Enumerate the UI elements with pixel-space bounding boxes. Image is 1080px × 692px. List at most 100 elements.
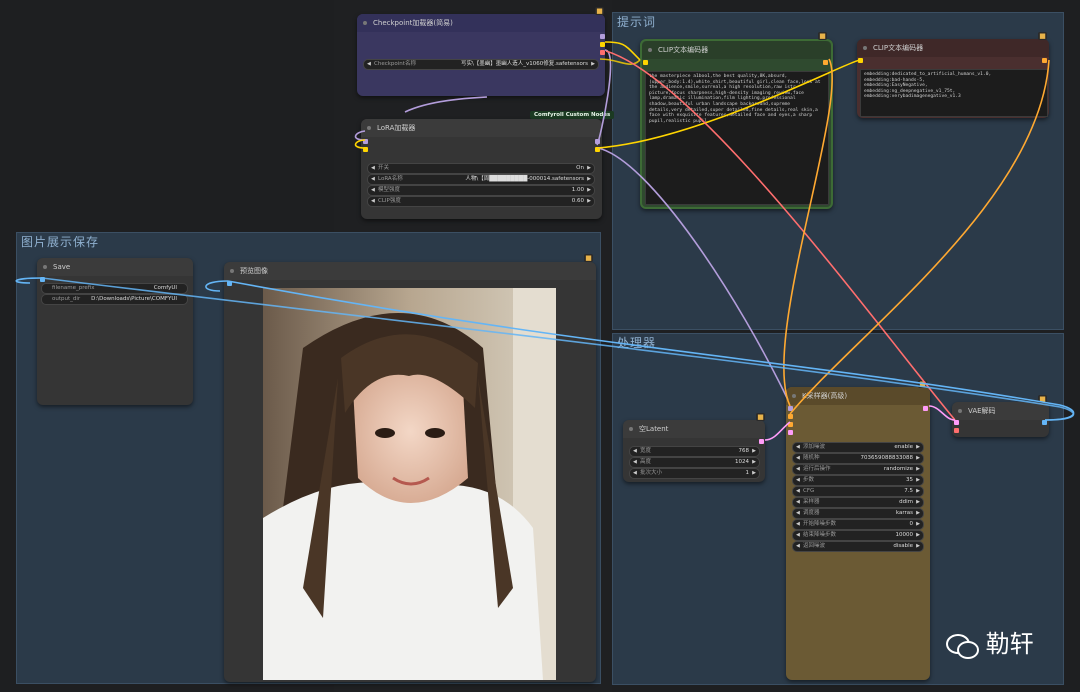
- arrow-left-icon[interactable]: ◀: [633, 447, 637, 456]
- arrow-left-icon[interactable]: ◀: [796, 443, 800, 452]
- arrow-right-icon[interactable]: ▶: [916, 454, 920, 463]
- node-collapse-dot[interactable]: [230, 269, 234, 273]
- image-input-port[interactable]: [40, 277, 45, 282]
- latent-output-port[interactable]: [923, 406, 928, 411]
- clip-input-port[interactable]: [643, 60, 648, 65]
- lora-widget-model-strength[interactable]: ◀ 模型强度 1.00 ▶: [367, 185, 595, 196]
- image-output-port[interactable]: [1042, 420, 1047, 425]
- ksampler-widget-2[interactable]: ◀ 运行后操作 randomize ▶: [792, 464, 924, 475]
- arrow-left-icon[interactable]: ◀: [796, 509, 800, 518]
- arrow-right-icon[interactable]: ▶: [916, 520, 920, 529]
- arrow-left-icon[interactable]: ◀: [371, 175, 375, 184]
- ksampler-widget-7[interactable]: ◀ 开始降噪步数 0 ▶: [792, 519, 924, 530]
- clip-output-port[interactable]: [595, 147, 600, 152]
- preview-image-node[interactable]: 预览图像: [224, 262, 596, 682]
- latent-width-widget[interactable]: ◀ 宽度 768 ▶: [629, 446, 760, 457]
- preview-node-title: 预览图像: [240, 267, 268, 275]
- lora-widget-switch[interactable]: ◀ 开关 On ▶: [367, 163, 595, 174]
- samples-input-port[interactable]: [954, 420, 959, 425]
- lora-widget-clip-strength[interactable]: ◀ CLIP强度 0.60 ▶: [367, 196, 595, 207]
- arrow-right-icon[interactable]: ▶: [916, 542, 920, 551]
- model-output-port[interactable]: [600, 34, 605, 39]
- ksampler-widget-4[interactable]: ◀ CFG 7.5 ▶: [792, 486, 924, 497]
- arrow-right-icon[interactable]: ▶: [916, 487, 920, 496]
- ksampler-widget-9[interactable]: ◀ 返回噪波 disable ▶: [792, 541, 924, 552]
- arrow-right-icon[interactable]: ▶: [591, 60, 595, 69]
- arrow-left-icon[interactable]: ◀: [371, 197, 375, 206]
- node-collapse-dot[interactable]: [648, 48, 652, 52]
- arrow-right-icon[interactable]: ▶: [916, 498, 920, 507]
- arrow-right-icon[interactable]: ▶: [752, 447, 756, 456]
- clip-encoder-positive-node[interactable]: CLIP文本编码器 the masterpiece a1boo1,the bes…: [640, 39, 833, 209]
- ksampler-widget-6[interactable]: ◀ 调度器 karras ▶: [792, 508, 924, 519]
- arrow-right-icon[interactable]: ▶: [752, 469, 756, 478]
- arrow-left-icon[interactable]: ◀: [796, 531, 800, 540]
- positive-prompt-textarea[interactable]: the masterpiece a1boo1,the best quality,…: [645, 71, 829, 205]
- arrow-left-icon[interactable]: ◀: [367, 60, 371, 69]
- arrow-left-icon[interactable]: ◀: [796, 487, 800, 496]
- checkpoint-loader-node[interactable]: Checkpoint加载器(简易) ◀ Checkpoint名称 写实\【墨幽】…: [357, 14, 605, 96]
- latent-input-port[interactable]: [788, 430, 793, 435]
- positive-input-port[interactable]: [788, 414, 793, 419]
- output-dir-widget[interactable]: output_dir D:\Downloads\Picture\COMFYUI: [41, 294, 188, 305]
- arrow-right-icon[interactable]: ▶: [752, 458, 756, 467]
- clip-output-port[interactable]: [600, 42, 605, 47]
- arrow-left-icon[interactable]: ◀: [796, 465, 800, 474]
- node-canvas[interactable]: 提示词 图片展示保存 处理器 Checkpoint加载器(简易) ◀ Check…: [0, 0, 1080, 692]
- ksampler-advanced-node[interactable]: K采样器(高级) ◀ 添加噪波 enable ▶ ◀ 随机种 703659088833088…: [786, 387, 930, 680]
- node-collapse-dot[interactable]: [863, 46, 867, 50]
- arrow-right-icon[interactable]: ▶: [587, 197, 591, 206]
- arrow-right-icon[interactable]: ▶: [587, 175, 591, 184]
- arrow-right-icon[interactable]: ▶: [587, 164, 591, 173]
- clip-input-port[interactable]: [858, 58, 863, 63]
- arrow-left-icon[interactable]: ◀: [796, 454, 800, 463]
- negative-prompt-textarea[interactable]: embedding:dedicated_to_artificial_humans…: [860, 69, 1048, 117]
- checkpoint-name-widget[interactable]: ◀ Checkpoint名称 写实\【墨幽】墨幽人造人_v1060修复.safe…: [363, 59, 599, 70]
- latent-batch-widget[interactable]: ◀ 批次大小 1 ▶: [629, 468, 760, 479]
- ksampler-widget-3[interactable]: ◀ 步数 35 ▶: [792, 475, 924, 486]
- ksampler-widget-1[interactable]: ◀ 随机种 703659088833088 ▶: [792, 453, 924, 464]
- node-collapse-dot[interactable]: [43, 265, 47, 269]
- vae-input-port[interactable]: [954, 428, 959, 433]
- image-input-port[interactable]: [227, 281, 232, 286]
- latent-height-widget[interactable]: ◀ 高度 1024 ▶: [629, 457, 760, 468]
- vae-decode-node[interactable]: VAE解码: [952, 402, 1049, 437]
- empty-latent-node[interactable]: 空Latent ◀ 宽度 768 ▶ ◀ 高度 1024 ▶ ◀ 批次大小 1 …: [623, 420, 765, 482]
- arrow-left-icon[interactable]: ◀: [371, 186, 375, 195]
- arrow-left-icon[interactable]: ◀: [371, 164, 375, 173]
- arrow-left-icon[interactable]: ◀: [796, 476, 800, 485]
- lora-widget-name[interactable]: ◀ LoRA名称 人物\【周█████████-000014.safetenso…: [367, 174, 595, 185]
- arrow-left-icon[interactable]: ◀: [633, 458, 637, 467]
- latent-output-port[interactable]: [759, 439, 764, 444]
- ksampler-widget-8[interactable]: ◀ 结束降噪步数 10000 ▶: [792, 530, 924, 541]
- lora-loader-node[interactable]: LoRA加载器 ◀ 开关 On ▶ ◀ LoRA名称 人物\【周████████…: [361, 119, 602, 219]
- conditioning-output-port[interactable]: [823, 60, 828, 65]
- ksampler-widget-0[interactable]: ◀ 添加噪波 enable ▶: [792, 442, 924, 453]
- node-collapse-dot[interactable]: [363, 21, 367, 25]
- arrow-right-icon[interactable]: ▶: [916, 476, 920, 485]
- node-collapse-dot[interactable]: [367, 126, 371, 130]
- ksampler-widget-5[interactable]: ◀ 采样器 ddim ▶: [792, 497, 924, 508]
- node-collapse-dot[interactable]: [792, 394, 796, 398]
- arrow-right-icon[interactable]: ▶: [916, 509, 920, 518]
- model-output-port[interactable]: [595, 139, 600, 144]
- node-collapse-dot[interactable]: [958, 409, 962, 413]
- arrow-right-icon[interactable]: ▶: [916, 443, 920, 452]
- clip-encoder-negative-node[interactable]: CLIP文本编码器 embedding:dedicated_to_artific…: [857, 39, 1049, 118]
- save-node[interactable]: Save filename_prefix ComfyUI output_dir …: [37, 258, 193, 405]
- node-collapse-dot[interactable]: [629, 427, 633, 431]
- vae-output-port[interactable]: [600, 50, 605, 55]
- negative-input-port[interactable]: [788, 422, 793, 427]
- model-input-port[interactable]: [363, 139, 368, 144]
- filename-prefix-widget[interactable]: filename_prefix ComfyUI: [41, 283, 188, 294]
- clip-input-port[interactable]: [363, 147, 368, 152]
- arrow-left-icon[interactable]: ◀: [796, 520, 800, 529]
- arrow-right-icon[interactable]: ▶: [587, 186, 591, 195]
- model-input-port[interactable]: [788, 406, 793, 411]
- arrow-left-icon[interactable]: ◀: [796, 498, 800, 507]
- arrow-right-icon[interactable]: ▶: [916, 531, 920, 540]
- arrow-right-icon[interactable]: ▶: [916, 465, 920, 474]
- arrow-left-icon[interactable]: ◀: [633, 469, 637, 478]
- conditioning-output-port[interactable]: [1042, 58, 1047, 63]
- arrow-left-icon[interactable]: ◀: [796, 542, 800, 551]
